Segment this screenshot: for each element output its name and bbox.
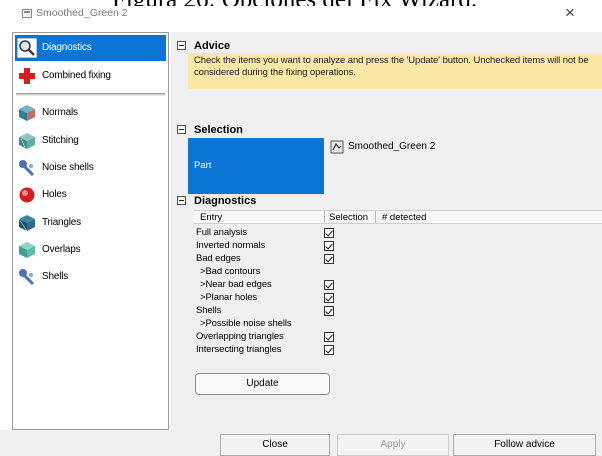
holes-icon [19, 187, 35, 203]
sidebar-item-label: Triangles [42, 217, 81, 228]
sidebar-item-overlaps[interactable]: Overlaps [15, 237, 166, 263]
window-title: Smoothed_Green 2 [36, 7, 128, 19]
advice-title: Advice [194, 40, 231, 52]
part-label: Part [194, 160, 212, 171]
entry-label: >Near bad edges [200, 279, 272, 290]
follow-advice-button[interactable]: Follow advice [453, 434, 596, 456]
sidebar-item-label: Overlaps [42, 244, 81, 255]
entry-label: Shells [196, 305, 222, 316]
advice-text: Check the items you want to analyze and … [194, 55, 589, 78]
part-icon [330, 140, 344, 154]
entry-label: Bad edges [196, 253, 241, 264]
noise-shells-icon [19, 160, 35, 177]
sidebar-item-label: Combined fixing [42, 70, 111, 81]
entry-label: Full analysis [196, 227, 247, 238]
window-app-icon [22, 9, 32, 18]
main-panel: Advice Check the items you want to analy… [170, 32, 602, 430]
shells-icon [19, 269, 35, 286]
sidebar-item-noise-shells[interactable]: Noise shells [15, 155, 166, 181]
table-row: Inverted normals [196, 240, 496, 253]
selection-checkbox[interactable] [324, 306, 334, 316]
table-row: >Bad contours [196, 266, 496, 279]
selection-section-header[interactable]: Selection [177, 124, 243, 136]
collapse-toggle-icon[interactable] [177, 41, 186, 50]
sidebar-item-stitching[interactable]: Stitching [15, 128, 166, 154]
column-header-entry[interactable]: Entry [200, 212, 222, 223]
triangles-icon [18, 215, 35, 232]
diagnostics-section-header[interactable]: Diagnostics [177, 195, 256, 207]
entry-label: >Bad contours [200, 266, 261, 277]
table-row: >Possible noise shells [196, 318, 496, 331]
sidebar-item-label: Diagnostics [42, 42, 92, 53]
table-row: Shells [196, 305, 496, 318]
entry-label: Overlapping triangles [196, 331, 284, 342]
sidebar-item-label: Holes [42, 189, 67, 200]
sidebar-item-triangles[interactable]: Triangles [15, 210, 166, 236]
diagnostics-title: Diagnostics [194, 195, 257, 207]
normals-cube-icon [19, 105, 35, 121]
table-row: Full analysis [196, 227, 496, 240]
sidebar-item-combined-fixing[interactable]: Combined fixing [15, 63, 166, 89]
entry-label: >Possible noise shells [200, 318, 292, 329]
column-header-selection[interactable]: Selection [329, 212, 368, 223]
dialog-button-bar: Close Apply Follow advice [0, 430, 602, 456]
selection-checkbox[interactable] [324, 254, 334, 264]
part-label-cell: Part [188, 138, 324, 194]
magnifier-icon [17, 38, 37, 58]
selection-checkbox[interactable] [324, 241, 334, 251]
sidebar-item-holes[interactable]: Holes [15, 182, 166, 208]
red-cross-icon [19, 68, 35, 84]
sidebar-item-normals[interactable]: Normals [15, 100, 166, 126]
column-header-detected[interactable]: # detected [382, 212, 426, 223]
collapse-toggle-icon[interactable] [177, 196, 186, 205]
table-row: >Near bad edges [196, 279, 496, 292]
selection-checkbox[interactable] [324, 280, 334, 290]
sidebar-divider [16, 93, 165, 96]
update-button[interactable]: Update [195, 373, 330, 395]
column-divider [324, 211, 325, 223]
selection-checkbox[interactable] [324, 228, 334, 238]
advice-box: Check the items you want to analyze and … [188, 53, 602, 89]
entry-label: Inverted normals [196, 240, 266, 251]
diagnostics-table-header: Entry Selection # detected [194, 210, 602, 224]
entry-label: Intersecting triangles [196, 344, 282, 355]
selection-title: Selection [194, 124, 243, 136]
sidebar: Diagnostics Combined fixing Normals Stit… [12, 32, 169, 430]
selection-checkbox[interactable] [324, 293, 334, 303]
advice-section-header[interactable]: Advice [177, 40, 230, 52]
apply-button[interactable]: Apply [337, 434, 449, 456]
table-row: Overlapping triangles [196, 331, 496, 344]
sidebar-item-diagnostics[interactable]: Diagnostics [15, 35, 166, 61]
part-name: Smoothed_Green 2 [348, 141, 436, 152]
sidebar-item-label: Noise shells [42, 162, 94, 173]
stitching-cube-icon [19, 133, 35, 149]
sidebar-item-label: Stitching [42, 135, 79, 146]
selection-checkbox[interactable] [324, 345, 334, 355]
table-row: Intersecting triangles [196, 344, 496, 357]
table-row: Bad edges [196, 253, 496, 266]
column-divider [375, 211, 376, 223]
sidebar-item-label: Normals [42, 107, 78, 118]
table-row: >Planar holes [196, 292, 496, 305]
entry-label: >Planar holes [200, 292, 258, 303]
sidebar-item-shells[interactable]: Shells [15, 264, 166, 290]
overlaps-icon [19, 242, 35, 258]
close-button[interactable]: Close [220, 434, 330, 456]
close-window-button[interactable]: × [560, 3, 580, 23]
collapse-toggle-icon[interactable] [177, 125, 186, 134]
title-bar: Smoothed_Green 2 × [0, 3, 602, 26]
sidebar-item-label: Shells [42, 271, 69, 282]
selection-checkbox[interactable] [324, 332, 334, 342]
